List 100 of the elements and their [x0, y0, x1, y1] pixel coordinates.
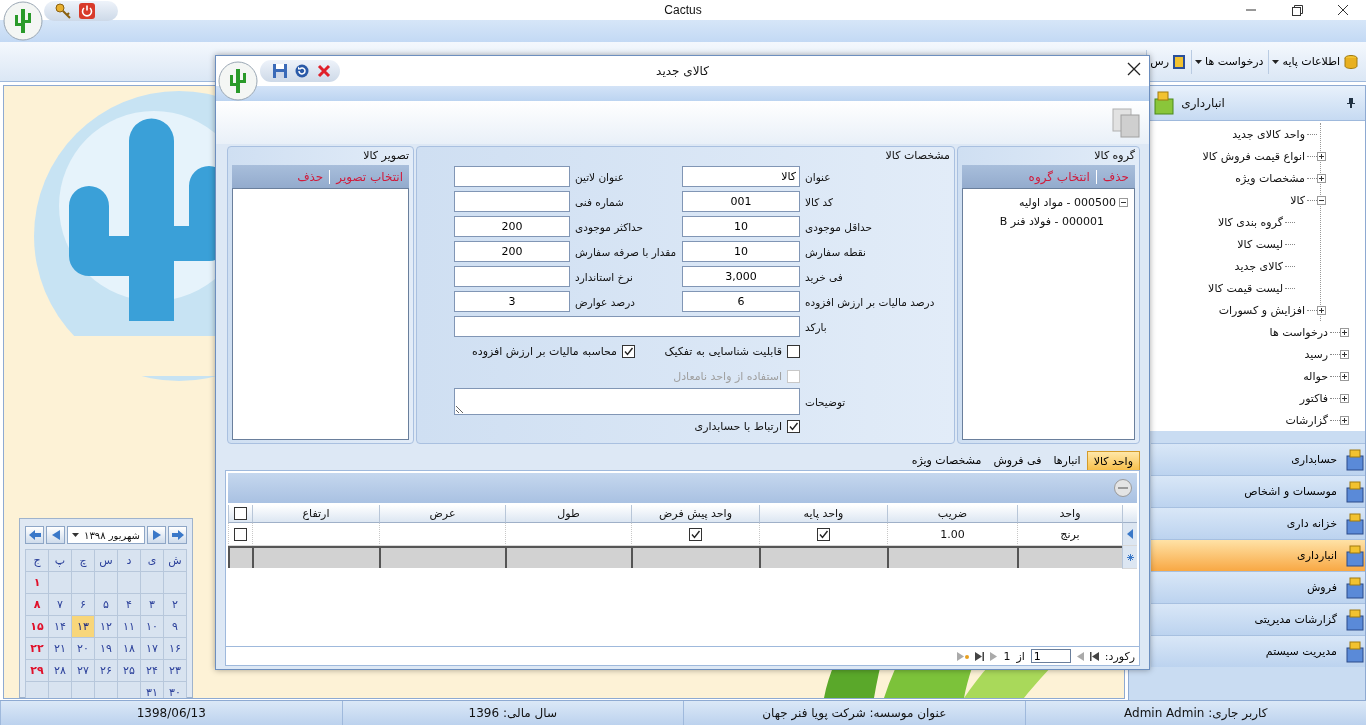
- tree-item[interactable]: لیست قیمت کالا: [1208, 281, 1283, 295]
- panel-title: انبارداری: [1181, 96, 1225, 110]
- column-header[interactable]: عرض: [379, 505, 505, 523]
- calendar-day[interactable]: ۱۱: [117, 616, 140, 638]
- calendar-day[interactable]: ۱۷: [140, 638, 163, 660]
- calendar-day[interactable]: ۱۰: [140, 616, 163, 638]
- calendar-day[interactable]: ۱۳: [71, 616, 94, 638]
- module-button[interactable]: حسابداری: [1151, 443, 1365, 475]
- pager-text: از: [1016, 649, 1025, 663]
- calendar-day[interactable]: ۲۷: [71, 660, 94, 682]
- calendar-day[interactable]: ۲۴: [140, 660, 163, 682]
- module-button[interactable]: فروش: [1151, 571, 1365, 603]
- column-header[interactable]: واحد پیش فرض: [631, 505, 759, 523]
- calendar-day[interactable]: ۱۸: [117, 638, 140, 660]
- tab[interactable]: انبارها: [1047, 451, 1087, 470]
- weekday-label: س: [94, 550, 117, 572]
- field-label: عنوان لاتین: [574, 170, 625, 183]
- module-button[interactable]: انبارداری: [1151, 539, 1365, 571]
- calendar-day[interactable]: ۳۱: [140, 682, 163, 698]
- calendar-day[interactable]: ۱۹: [94, 638, 117, 660]
- calendar-day[interactable]: ۲۶: [94, 660, 117, 682]
- calendar-day[interactable]: ۷: [48, 594, 71, 616]
- input-field[interactable]: کالا: [682, 166, 800, 187]
- calendar-day[interactable]: ۱۶: [163, 638, 186, 660]
- app-title: Cactus: [664, 3, 702, 17]
- calendar-day[interactable]: ۶: [71, 594, 94, 616]
- field-label: مقدار با صرفه سفارش: [574, 245, 678, 258]
- calendar-day[interactable]: ۲۳: [163, 660, 186, 682]
- toolbar-menu[interactable]: درخواست ها: [1191, 49, 1267, 74]
- calendar-day[interactable]: ۵: [94, 594, 117, 616]
- page-field[interactable]: 1: [1030, 649, 1071, 663]
- calendar-day[interactable]: ۳۰: [163, 682, 186, 698]
- calendar-day[interactable]: ۳: [140, 594, 163, 616]
- input-field[interactable]: 200: [454, 216, 570, 237]
- input-field[interactable]: 001: [682, 191, 800, 212]
- checkbox-label: محاسبه مالیات بر ارزش افزوده: [472, 345, 617, 358]
- tree-item[interactable]: فاکتور: [1299, 391, 1328, 405]
- calendar-day[interactable]: ۲: [163, 594, 186, 616]
- calendar-day[interactable]: ۸: [25, 594, 48, 616]
- calendar-day[interactable]: ۲۹: [25, 660, 48, 682]
- calendar-day[interactable]: ۲۲: [25, 638, 48, 660]
- module-button[interactable]: مدیریت سیستم: [1151, 635, 1365, 667]
- calendar-day[interactable]: ۲۱: [48, 638, 71, 660]
- input-field[interactable]: 3: [454, 291, 570, 312]
- column-header[interactable]: واحد پایه: [759, 505, 887, 523]
- tree-item[interactable]: رسید: [1304, 347, 1328, 361]
- tree-item[interactable]: انواع قیمت فروش کالا: [1202, 149, 1305, 163]
- weekday-label: ی: [140, 550, 163, 572]
- month-label: شهریور ۱۳۹۸: [84, 529, 140, 541]
- field-label: درصد مالیات بر ارزش افزوده: [804, 295, 936, 308]
- field-label: بارکد: [804, 320, 828, 333]
- calendar-day[interactable]: ۲۵: [117, 660, 140, 682]
- calendar-day[interactable]: ۲۰: [71, 638, 94, 660]
- tree-item[interactable]: درخواست ها: [1269, 325, 1328, 339]
- weekday-label: ش: [163, 550, 186, 572]
- tree-item[interactable]: کالای جدید: [1234, 259, 1283, 273]
- tree-item[interactable]: گروه بندی کالا: [1218, 215, 1283, 229]
- input-field[interactable]: 6: [682, 291, 800, 312]
- tree-item[interactable]: 000500 - مواد اولیه: [1019, 196, 1116, 209]
- column-header[interactable]: طول: [505, 505, 631, 523]
- column-header[interactable]: ضریب: [887, 505, 1017, 523]
- calendar-day[interactable]: ۹: [163, 616, 186, 638]
- toolbar-menu[interactable]: اطلاعات پایه: [1268, 49, 1362, 74]
- calendar-day[interactable]: ۲۸: [48, 660, 71, 682]
- field-label: عنوان: [804, 170, 832, 183]
- calendar-day[interactable]: ۴: [117, 594, 140, 616]
- calendar-day[interactable]: ۱: [25, 572, 48, 594]
- weekday-label: پ: [48, 550, 71, 572]
- module-button[interactable]: گزارشات مدیریتی: [1151, 603, 1365, 635]
- calendar-day[interactable]: ۱۵: [25, 616, 48, 638]
- panel-title: گروه کالا: [1094, 148, 1135, 162]
- window-title: کالای جدید: [656, 64, 709, 78]
- field-label: نرخ استاندارد: [574, 270, 634, 283]
- tree-item[interactable]: کالا: [1290, 193, 1305, 207]
- calendar-day[interactable]: ۱۴: [48, 616, 71, 638]
- module-button[interactable]: موسسات و اشخاص: [1151, 475, 1365, 507]
- checkbox-label: ارتباط با حسابداری: [694, 420, 782, 433]
- tree-item[interactable]: حواله: [1303, 369, 1328, 383]
- input-field[interactable]: 3,000: [682, 266, 800, 287]
- tree-item[interactable]: افزایش و کسورات: [1218, 303, 1305, 317]
- panel-title: مشخصات کالا: [885, 148, 950, 162]
- module-button[interactable]: خزانه داری: [1151, 507, 1365, 539]
- month-field[interactable]: شهریور ۱۳۹۸: [67, 526, 145, 544]
- tree-item[interactable]: لیست کالا: [1237, 237, 1283, 251]
- tree-item[interactable]: واحد کالای جدید: [1232, 127, 1305, 141]
- column-header[interactable]: واحد: [1017, 505, 1122, 523]
- tree-item[interactable]: گزارشات: [1285, 413, 1328, 427]
- input-field[interactable]: 10: [682, 216, 800, 237]
- column-header[interactable]: ارتفاع: [252, 505, 379, 523]
- tree-item[interactable]: مشخصات ویژه: [1235, 171, 1305, 185]
- field-label: شماره فنی: [574, 195, 625, 208]
- tree-item[interactable]: 000001 - فولاد فنر B: [999, 215, 1104, 228]
- checkbox-label: قابلیت شناسایی به تفکیک: [664, 345, 782, 358]
- checkbox-label: استفاده از واحد نامعادل: [673, 370, 782, 383]
- input-field[interactable]: 200: [454, 241, 570, 262]
- input-field[interactable]: 10: [682, 241, 800, 262]
- tab[interactable]: واحد کالا: [1086, 451, 1140, 470]
- tab[interactable]: فی فروش: [987, 451, 1048, 470]
- tab[interactable]: مشخصات ویژه: [905, 451, 988, 470]
- calendar-day[interactable]: ۱۲: [94, 616, 117, 638]
